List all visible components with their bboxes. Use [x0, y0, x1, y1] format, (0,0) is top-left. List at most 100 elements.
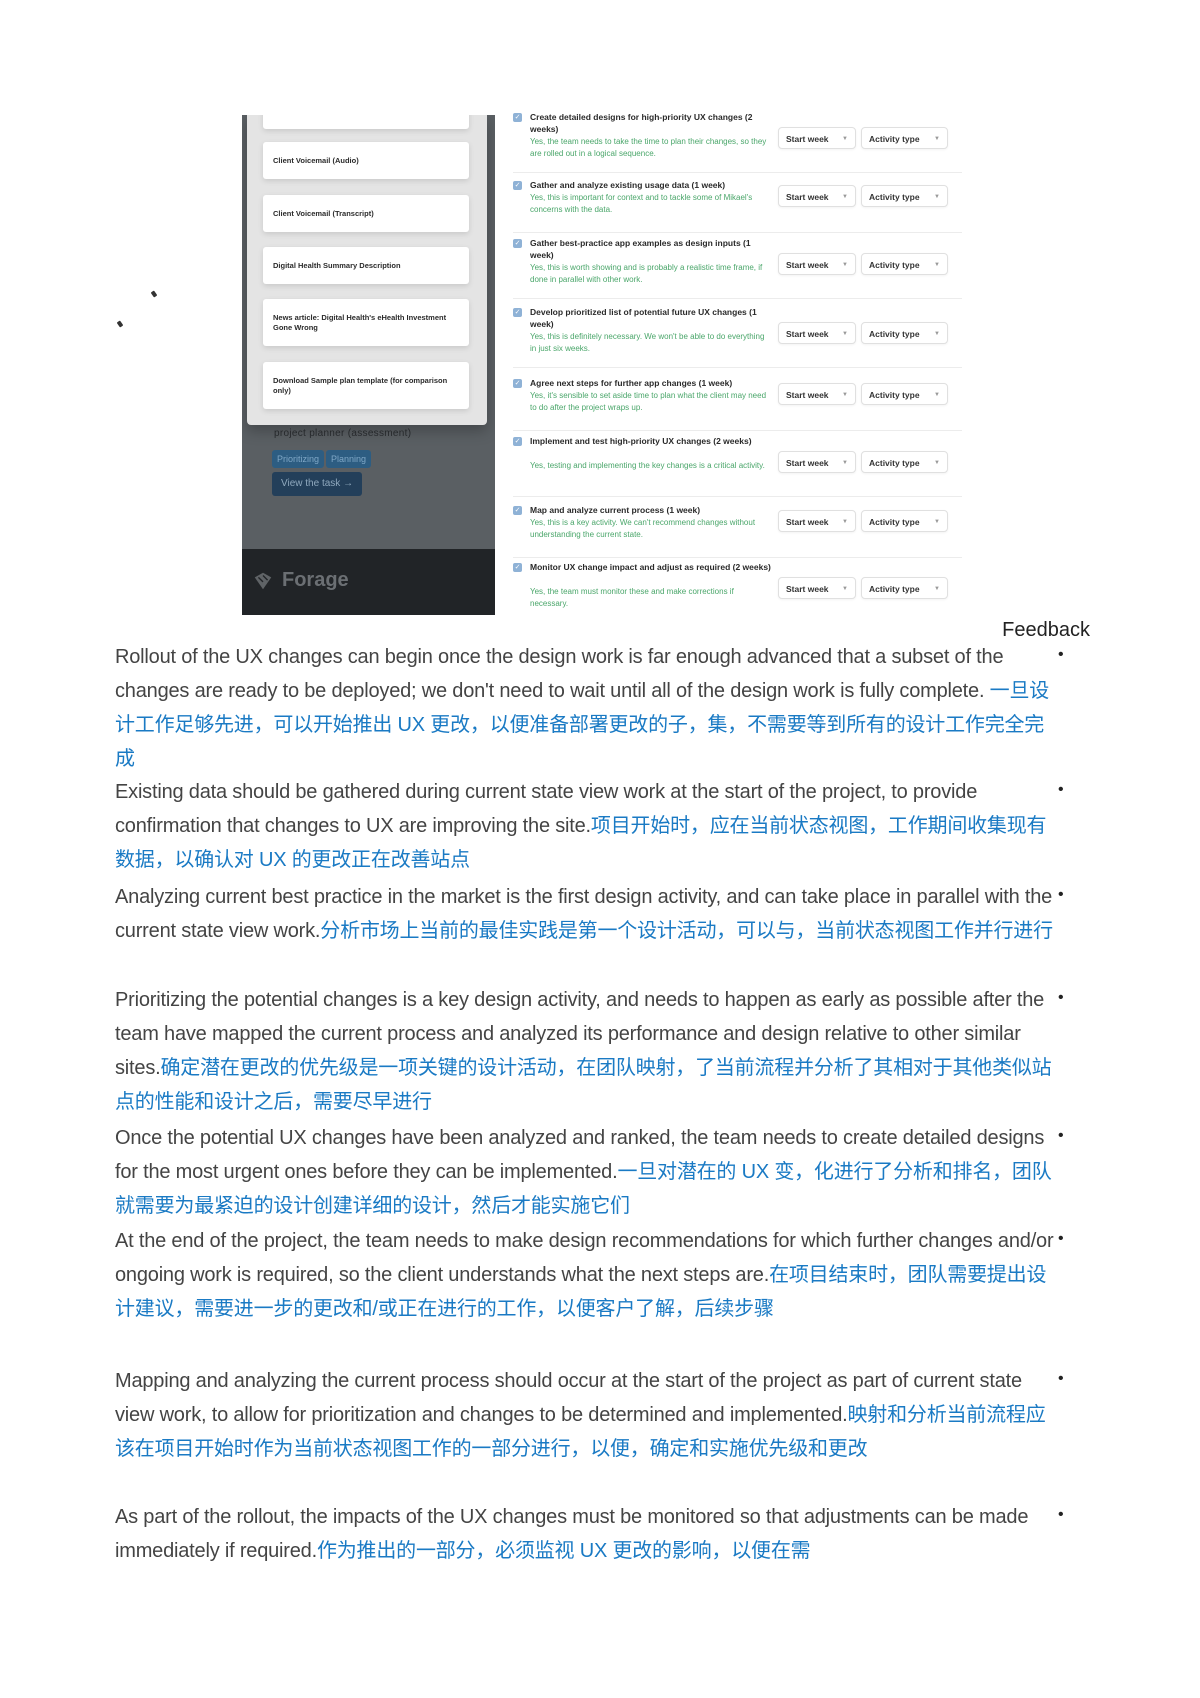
- caret-down-icon: ▼: [842, 136, 848, 142]
- bullet: •: [1058, 781, 1064, 798]
- activity-type-select[interactable]: Activity type ▼: [861, 253, 948, 275]
- select-label: Activity type: [869, 517, 920, 527]
- select-label: Activity type: [869, 329, 920, 339]
- tag-chip[interactable]: Prioritizing: [272, 450, 325, 468]
- footer-bar: Forage: [242, 549, 495, 615]
- resource-item[interactable]: [263, 115, 469, 129]
- start-week-select[interactable]: Start week ▼: [778, 322, 856, 344]
- checkbox[interactable]: ✓: [513, 239, 522, 248]
- activity-type-select[interactable]: Activity type ▼: [861, 510, 948, 532]
- activity-type-select[interactable]: Activity type ▼: [861, 577, 948, 599]
- feedback-en: Rollout of the UX changes can begin once…: [115, 646, 1004, 702]
- task-row: ✓ Map and analyze current process (1 wee…: [513, 504, 962, 558]
- feedback-heading: Feedback: [1002, 619, 1090, 641]
- underlay-text: project planner (assessment): [274, 428, 412, 439]
- caret-down-icon: ▼: [934, 331, 940, 337]
- task-row: ✓ Gather and analyze existing usage data…: [513, 179, 962, 233]
- task-title: Agree next steps for further app changes…: [530, 378, 733, 388]
- task-feedback: Yes, the team needs to take the time to …: [530, 137, 767, 158]
- stray-mark: [116, 320, 124, 328]
- caret-down-icon: ▼: [842, 392, 848, 398]
- select-label: Activity type: [869, 390, 920, 400]
- activity-type-select[interactable]: Activity type ▼: [861, 185, 948, 207]
- task-list: ✓ Create detailed designs for high-prior…: [495, 112, 962, 615]
- select-label: Start week: [786, 329, 829, 339]
- task-row: ✓ Create detailed designs for high-prior…: [513, 111, 962, 173]
- task-sidebar: project planner (assessment) Prioritizin…: [242, 115, 495, 615]
- task-feedback: Yes, testing and implementing the key ch…: [530, 461, 765, 470]
- caret-down-icon: ▼: [934, 194, 940, 200]
- checkbox[interactable]: ✓: [513, 181, 522, 190]
- task-row: ✓ Implement and test high-priority UX ch…: [513, 435, 962, 497]
- task-feedback: Yes, this is a key activity. We can't re…: [530, 518, 756, 539]
- checkbox[interactable]: ✓: [513, 563, 522, 572]
- select-label: Activity type: [869, 584, 920, 594]
- task-title: Create detailed designs for high-priorit…: [530, 112, 753, 134]
- caret-down-icon: ▼: [842, 262, 848, 268]
- feedback-cn: 分析市场上当前的最佳实践是第一个设计活动，可以与，当前状态视图工作并行进行: [320, 920, 1053, 942]
- activity-type-select[interactable]: Activity type ▼: [861, 322, 948, 344]
- resource-item[interactable]: Client Voicemail (Audio): [263, 142, 469, 179]
- select-label: Activity type: [869, 458, 920, 468]
- view-task-button[interactable]: View the task →: [272, 472, 363, 496]
- start-week-select[interactable]: Start week ▼: [778, 510, 856, 532]
- feedback-cn: 作为推出的一部分，必须监视 UX 更改的影响，以便在需: [316, 1540, 811, 1562]
- task-title: Gather best-practice app examples as des…: [530, 238, 751, 260]
- caret-down-icon: ▼: [842, 519, 848, 525]
- checkbox[interactable]: ✓: [513, 379, 522, 388]
- bullet: •: [1058, 1370, 1064, 1387]
- feedback-item: Prioritizing the potential changes is a …: [115, 983, 1060, 1119]
- embedded-screenshot: project planner (assessment) Prioritizin…: [242, 112, 962, 615]
- caret-down-icon: ▼: [842, 194, 848, 200]
- resource-item[interactable]: Client Voicemail (Transcript): [263, 195, 469, 232]
- bullet: •: [1058, 1127, 1064, 1144]
- feedback-cn: 确定潜在更改的优先级是一项关键的设计活动，在团队映射，了当前流程并分析了其相对于…: [115, 1057, 1052, 1113]
- caret-down-icon: ▼: [934, 460, 940, 466]
- feedback-item: At the end of the project, the team need…: [115, 1224, 1060, 1326]
- checkbox[interactable]: ✓: [513, 506, 522, 515]
- forage-logo: Forage: [252, 569, 349, 592]
- select-label: Activity type: [869, 192, 920, 202]
- task-feedback: Yes, it's sensible to set aside time to …: [530, 391, 767, 412]
- feedback-item: Once the potential UX changes have been …: [115, 1121, 1060, 1223]
- resource-item[interactable]: News article: Digital Health's eHealth I…: [263, 299, 469, 346]
- start-week-select[interactable]: Start week ▼: [778, 253, 856, 275]
- activity-type-select[interactable]: Activity type ▼: [861, 451, 948, 473]
- select-label: Activity type: [869, 134, 920, 144]
- resource-item[interactable]: Digital Health Summary Description: [263, 247, 469, 284]
- task-row: ✓ Gather best-practice app examples as d…: [513, 237, 962, 299]
- checkbox[interactable]: ✓: [513, 437, 522, 446]
- stray-mark: [150, 290, 158, 298]
- activity-type-select[interactable]: Activity type ▼: [861, 127, 948, 149]
- checkbox[interactable]: ✓: [513, 113, 522, 122]
- task-title: Implement and test high-priority UX chan…: [530, 436, 752, 446]
- start-week-select[interactable]: Start week ▼: [778, 451, 856, 473]
- start-week-select[interactable]: Start week ▼: [778, 577, 856, 599]
- task-feedback: Yes, this is definitely necessary. We wo…: [530, 332, 765, 353]
- caret-down-icon: ▼: [934, 136, 940, 142]
- task-title: Develop prioritized list of potential fu…: [530, 307, 757, 329]
- select-label: Start week: [786, 584, 829, 594]
- caret-down-icon: ▼: [842, 331, 848, 337]
- bullet: •: [1058, 1506, 1064, 1523]
- bullet: •: [1058, 646, 1064, 663]
- caret-down-icon: ▼: [842, 460, 848, 466]
- select-label: Start week: [786, 192, 829, 202]
- select-label: Start week: [786, 390, 829, 400]
- feedback-item: Analyzing current best practice in the m…: [115, 880, 1060, 948]
- task-feedback: Yes, the team must monitor these and mak…: [530, 587, 734, 608]
- checkbox[interactable]: ✓: [513, 308, 522, 317]
- caret-down-icon: ▼: [934, 519, 940, 525]
- task-row: ✓ Develop prioritized list of potential …: [513, 306, 962, 368]
- select-label: Activity type: [869, 260, 920, 270]
- task-title: Monitor UX change impact and adjust as r…: [530, 562, 771, 572]
- start-week-select[interactable]: Start week ▼: [778, 383, 856, 405]
- activity-type-select[interactable]: Activity type ▼: [861, 383, 948, 405]
- start-week-select[interactable]: Start week ▼: [778, 185, 856, 207]
- select-label: Start week: [786, 458, 829, 468]
- bullet: •: [1058, 989, 1064, 1006]
- resource-item[interactable]: Download Sample plan template (for compa…: [263, 362, 469, 409]
- start-week-select[interactable]: Start week ▼: [778, 127, 856, 149]
- bullet: •: [1058, 886, 1064, 903]
- tag-chip[interactable]: Planning: [326, 450, 372, 468]
